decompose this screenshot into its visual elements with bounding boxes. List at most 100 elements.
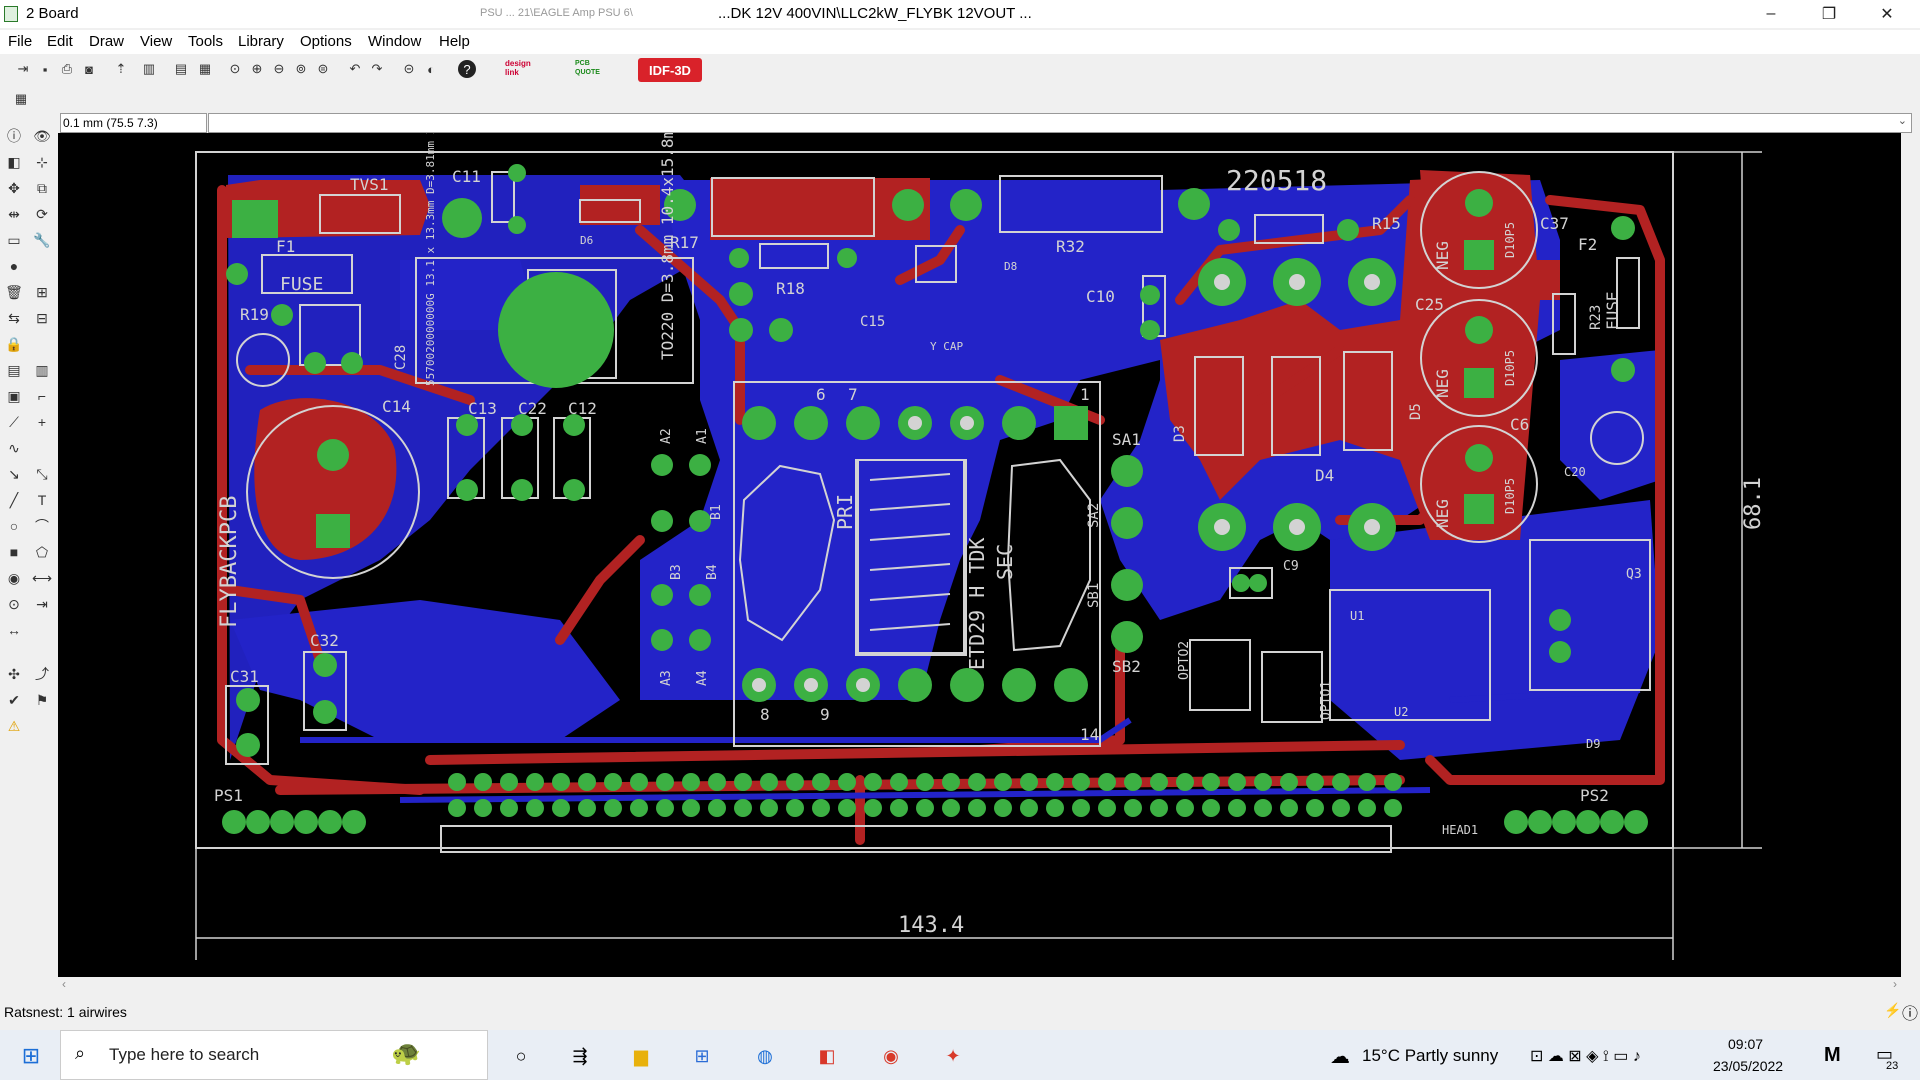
menu-edit[interactable]: Edit <box>47 33 73 50</box>
zoom-redraw-icon[interactable]: ⊚ <box>292 60 310 78</box>
attribute-icon[interactable]: ⇥ <box>32 594 52 614</box>
wire-icon[interactable]: ╱ <box>4 490 24 510</box>
scroll-right-icon[interactable]: › <box>1893 977 1897 991</box>
store-icon[interactable]: ⊞ <box>687 1042 717 1070</box>
info-icon[interactable]: ⓘ <box>4 126 24 146</box>
minimize-button[interactable]: – <box>1742 0 1800 28</box>
layer-icon[interactable]: ◧ <box>4 152 24 172</box>
paste-icon[interactable]: ● <box>4 256 24 276</box>
cam-icon[interactable]: ◙ <box>80 60 98 78</box>
clock-date[interactable]: 23/05/2022 <box>1713 1058 1783 1074</box>
menu-options[interactable]: Options <box>300 33 352 50</box>
rect-icon[interactable]: ■ <box>4 542 24 562</box>
replace-icon[interactable]: ⇆ <box>4 308 24 328</box>
widgets-icon[interactable]: ⇶ <box>565 1042 595 1070</box>
zoom-fit-icon[interactable]: ⊙ <box>226 60 244 78</box>
pcbquote-button[interactable]: PCB QUOTE <box>575 59 615 81</box>
print-icon[interactable]: ⎙ <box>58 60 76 78</box>
copy-icon[interactable]: ⧉ <box>32 178 52 198</box>
hole-icon[interactable]: ⊙ <box>4 594 24 614</box>
delete-icon[interactable]: 🗑 <box>4 282 24 302</box>
menu-window[interactable]: Window <box>368 33 421 50</box>
ulp-icon[interactable]: ▥ <box>140 60 158 78</box>
zoom-in-icon[interactable]: ⊕ <box>248 60 266 78</box>
open-icon[interactable]: ⇥ <box>14 60 32 78</box>
maximize-button[interactable]: ❐ <box>1800 0 1858 28</box>
undo-icon[interactable]: ↶ <box>346 60 364 78</box>
lock-icon[interactable]: ⊟ <box>32 308 52 328</box>
menu-library[interactable]: Library <box>238 33 284 50</box>
board-icon[interactable]: ▤ <box>172 60 190 78</box>
meander-icon[interactable]: ∿ <box>4 438 24 458</box>
ratsnest-icon[interactable]: ✣ <box>4 664 24 684</box>
eagle-taskbar-icon[interactable]: ✦ <box>938 1042 968 1070</box>
value-icon[interactable]: ▥ <box>32 360 52 380</box>
add-icon[interactable]: ⊞ <box>32 282 52 302</box>
board-canvas[interactable]: 220518 TVS1 C11 D6 R17 R18 D8 R32 C10 C1… <box>58 0 1901 977</box>
name-icon[interactable]: ▤ <box>4 360 24 380</box>
rotate-icon[interactable]: ⟳ <box>32 204 52 224</box>
route-icon[interactable]: ↘ <box>4 464 24 484</box>
zoom-select-icon[interactable]: ⊜ <box>314 60 332 78</box>
drc-icon[interactable]: ✔ <box>4 690 24 710</box>
move-icon[interactable]: ✥ <box>4 178 24 198</box>
close-button[interactable]: ✕ <box>1858 0 1916 28</box>
warning-icon[interactable]: ⚠ <box>4 716 24 736</box>
via-icon[interactable]: ◉ <box>4 568 24 588</box>
tray-icons[interactable]: ⊡ ☁ ⊠ ◈ ⟟ ▭ ♪ <box>1530 1046 1641 1066</box>
menu-draw[interactable]: Draw <box>89 33 124 50</box>
label-d5: D5 <box>1408 403 1424 420</box>
stop-icon[interactable]: ⊝ <box>400 60 418 78</box>
vertical-scrollbar[interactable] <box>1901 133 1920 977</box>
scroll-left-icon[interactable]: ‹ <box>62 977 66 991</box>
run-script-icon[interactable]: ⇡ <box>112 60 130 78</box>
show-icon[interactable]: 👁 <box>32 126 52 146</box>
smash-icon[interactable]: ▣ <box>4 386 24 406</box>
split-icon[interactable]: ⟋ <box>4 412 24 432</box>
clock-time[interactable]: 09:07 <box>1728 1036 1763 1052</box>
header-pin <box>838 773 856 791</box>
circle-icon[interactable]: ○ <box>4 516 24 536</box>
optimize-icon[interactable]: + <box>32 412 52 432</box>
padlock-icon[interactable]: 🔒 <box>4 334 24 354</box>
idf-3d-button[interactable]: IDF-3D <box>638 58 702 82</box>
menu-help[interactable]: Help <box>439 33 470 50</box>
task-view-icon[interactable]: ○ <box>506 1042 536 1070</box>
info-status-icon[interactable]: ⓘ <box>1902 1000 1918 1024</box>
designlink-button[interactable]: design link <box>505 59 545 81</box>
arc-icon[interactable]: ⌒ <box>32 516 52 536</box>
change-icon[interactable]: 🔧 <box>32 230 52 250</box>
erc-icon[interactable]: ⚑ <box>32 690 52 710</box>
zoom-out-icon[interactable]: ⊖ <box>270 60 288 78</box>
mark-icon[interactable]: ⊹ <box>32 152 52 172</box>
chrome-icon[interactable]: ◉ <box>876 1042 906 1070</box>
polygon-icon[interactable]: ⬠ <box>32 542 52 562</box>
command-line-input[interactable]: ⌄ <box>208 113 1912 133</box>
menu-tools[interactable]: Tools <box>188 33 223 50</box>
chat-icon[interactable]: ◍ <box>750 1042 780 1070</box>
text-icon[interactable]: T <box>32 490 52 510</box>
ripup-icon[interactable]: ⤡ <box>32 464 52 484</box>
weather-text[interactable]: 15°C Partly sunny <box>1362 1046 1498 1066</box>
go-icon[interactable]: ◐ <box>422 60 440 78</box>
windows-start-icon[interactable]: ⊞ <box>16 1042 46 1070</box>
office-icon[interactable]: ◧ <box>812 1042 842 1070</box>
schematic-icon[interactable]: ▦ <box>196 60 214 78</box>
autorouter-icon[interactable]: ⤴ <box>32 664 52 684</box>
mirror-icon[interactable]: ⇹ <box>4 204 24 224</box>
chevron-down-icon[interactable]: ⌄ <box>1898 114 1907 127</box>
user-icon[interactable]: M <box>1824 1044 1841 1067</box>
file-explorer-icon[interactable]: ▆ <box>626 1042 656 1070</box>
grid-icon[interactable]: ▦ <box>12 90 30 108</box>
group-icon[interactable]: ▭ <box>4 230 24 250</box>
taskbar-search[interactable]: ⌕ Type here to search 🐢 <box>60 1030 488 1080</box>
help-icon[interactable]: ? <box>458 60 476 78</box>
dimension-icon[interactable]: ↔ <box>4 620 24 640</box>
menu-view[interactable]: View <box>140 33 172 50</box>
miter-icon[interactable]: ⌐ <box>32 386 52 406</box>
signal-icon[interactable]: ⟷ <box>32 568 52 588</box>
menu-file[interactable]: File <box>8 33 32 50</box>
redo-icon[interactable]: ↷ <box>368 60 386 78</box>
save-icon[interactable]: ▪ <box>36 60 54 78</box>
horizontal-scrollbar[interactable]: ‹ › <box>58 977 1901 995</box>
